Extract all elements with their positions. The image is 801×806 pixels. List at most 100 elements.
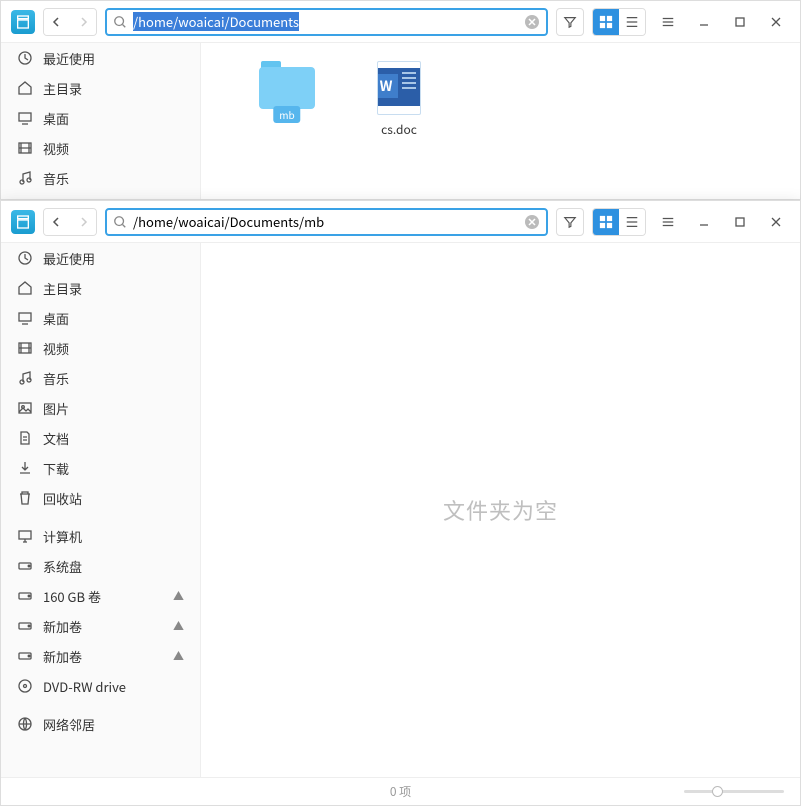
sidebar-item-label: 回收站: [43, 489, 82, 508]
sidebar-item-视频[interactable]: 视频: [1, 333, 200, 363]
sidebar-item-label: 最近使用: [43, 249, 95, 268]
nav-group: [43, 208, 97, 236]
hamburger-menu-icon[interactable]: [654, 8, 682, 36]
sidebar-item-label: 音乐: [43, 369, 69, 388]
eject-icon[interactable]: ▲: [173, 618, 184, 634]
doc-icon: [17, 430, 33, 446]
empty-folder-text: 文件夹为空: [443, 494, 558, 526]
sidebar-item-label: 图片: [43, 399, 69, 418]
close-button[interactable]: [762, 208, 790, 236]
disk-icon: [17, 618, 33, 634]
maximize-button[interactable]: [726, 208, 754, 236]
sidebar-item-label: 新加卷: [43, 647, 82, 666]
home-icon: [17, 280, 33, 296]
sidebar-item-label: 计算机: [43, 527, 82, 546]
sidebar-item-label: 视频: [43, 139, 69, 158]
sidebar-item-label: 系统盘: [43, 557, 82, 576]
slider-thumb[interactable]: [712, 786, 723, 797]
forward-button[interactable]: [70, 9, 96, 35]
music-icon: [17, 170, 33, 186]
zoom-slider[interactable]: [684, 790, 784, 793]
home-icon: [17, 80, 33, 96]
folder-item[interactable]: mb: [251, 61, 323, 138]
content-area[interactable]: mb Wcs.doc: [201, 43, 800, 199]
close-button[interactable]: [762, 8, 790, 36]
path-bar[interactable]: [105, 208, 548, 236]
list-view-button[interactable]: [619, 9, 645, 35]
sidebar-item-下载[interactable]: 下载: [1, 453, 200, 483]
content-area[interactable]: 文件夹为空: [201, 243, 800, 777]
sidebar-item-系统盘[interactable]: 系统盘: [1, 551, 200, 581]
disk-icon: [17, 648, 33, 664]
sidebar-item-桌面[interactable]: 桌面: [1, 103, 200, 133]
hamburger-menu-icon[interactable]: [654, 208, 682, 236]
file-item[interactable]: Wcs.doc: [363, 61, 435, 138]
sidebar-item-网络邻居[interactable]: 网络邻居: [1, 709, 200, 739]
sidebar-item-label: 桌面: [43, 309, 69, 328]
back-button[interactable]: [44, 9, 70, 35]
sidebar-item-label: 最近使用: [43, 49, 95, 68]
sidebar-item-160 GB 卷[interactable]: 160 GB 卷 ▲: [1, 581, 200, 611]
status-bar: 0 项: [1, 777, 800, 805]
forward-button[interactable]: [70, 209, 96, 235]
sidebar-item-label: 160 GB 卷: [43, 587, 101, 606]
sidebar-item-新加卷[interactable]: 新加卷 ▲: [1, 611, 200, 641]
sidebar-item-label: 新加卷: [43, 617, 82, 636]
search-icon: [113, 215, 127, 229]
filter-button[interactable]: [556, 208, 584, 236]
sidebar-item-计算机[interactable]: 计算机: [1, 521, 200, 551]
file-manager-window-2: 最近使用主目录桌面视频音乐图片文档下载回收站计算机系统盘160 GB 卷▲新加卷…: [0, 200, 801, 806]
sidebar-item-DVD-RW drive[interactable]: DVD-RW drive: [1, 671, 200, 701]
sidebar-item-回收站[interactable]: 回收站: [1, 483, 200, 513]
sidebar-item-音乐[interactable]: 音乐: [1, 363, 200, 393]
minimize-button[interactable]: [690, 8, 718, 36]
icon-view-button[interactable]: [593, 9, 619, 35]
file-manager-window-1: 最近使用主目录桌面视频音乐 mb Wcs.doc: [0, 0, 801, 200]
music-icon: [17, 370, 33, 386]
sidebar: 最近使用主目录桌面视频音乐图片文档下载回收站计算机系统盘160 GB 卷▲新加卷…: [1, 243, 201, 777]
sidebar-item-图片[interactable]: 图片: [1, 393, 200, 423]
sidebar-item-视频[interactable]: 视频: [1, 133, 200, 163]
path-input[interactable]: [133, 12, 518, 31]
maximize-button[interactable]: [726, 8, 754, 36]
view-group: [592, 208, 646, 236]
toolbar: [1, 1, 800, 43]
path-bar[interactable]: [105, 8, 548, 36]
back-button[interactable]: [44, 209, 70, 235]
search-icon: [113, 15, 127, 29]
sidebar-item-label: 主目录: [43, 279, 82, 298]
sidebar-item-主目录[interactable]: 主目录: [1, 273, 200, 303]
folder-icon: [259, 61, 315, 109]
sidebar-item-label: 桌面: [43, 109, 69, 128]
eject-icon[interactable]: ▲: [173, 648, 184, 664]
disk-icon: [17, 558, 33, 574]
download-icon: [17, 460, 33, 476]
network-icon: [17, 716, 33, 732]
view-group: [592, 8, 646, 36]
icon-view-button[interactable]: [593, 209, 619, 235]
video-icon: [17, 140, 33, 156]
sidebar-item-label: 主目录: [43, 79, 82, 98]
sidebar-item-最近使用[interactable]: 最近使用: [1, 243, 200, 273]
sidebar-item-音乐[interactable]: 音乐: [1, 163, 200, 193]
clear-icon[interactable]: [524, 14, 540, 30]
app-icon: [11, 210, 35, 234]
clear-icon[interactable]: [524, 214, 540, 230]
eject-icon[interactable]: ▲: [173, 588, 184, 604]
word-doc-icon: W: [377, 61, 421, 115]
path-input[interactable]: [133, 212, 518, 231]
sidebar-item-最近使用[interactable]: 最近使用: [1, 43, 200, 73]
sidebar-item-桌面[interactable]: 桌面: [1, 303, 200, 333]
sidebar-item-label: 文档: [43, 429, 69, 448]
sidebar-item-label: 网络邻居: [43, 715, 95, 734]
list-view-button[interactable]: [619, 209, 645, 235]
item-count: 0 项: [390, 783, 411, 800]
computer-icon: [17, 528, 33, 544]
desktop-icon: [17, 310, 33, 326]
sidebar-item-新加卷[interactable]: 新加卷 ▲: [1, 641, 200, 671]
minimize-button[interactable]: [690, 208, 718, 236]
sidebar-item-文档[interactable]: 文档: [1, 423, 200, 453]
trash-icon: [17, 490, 33, 506]
filter-button[interactable]: [556, 8, 584, 36]
sidebar-item-主目录[interactable]: 主目录: [1, 73, 200, 103]
